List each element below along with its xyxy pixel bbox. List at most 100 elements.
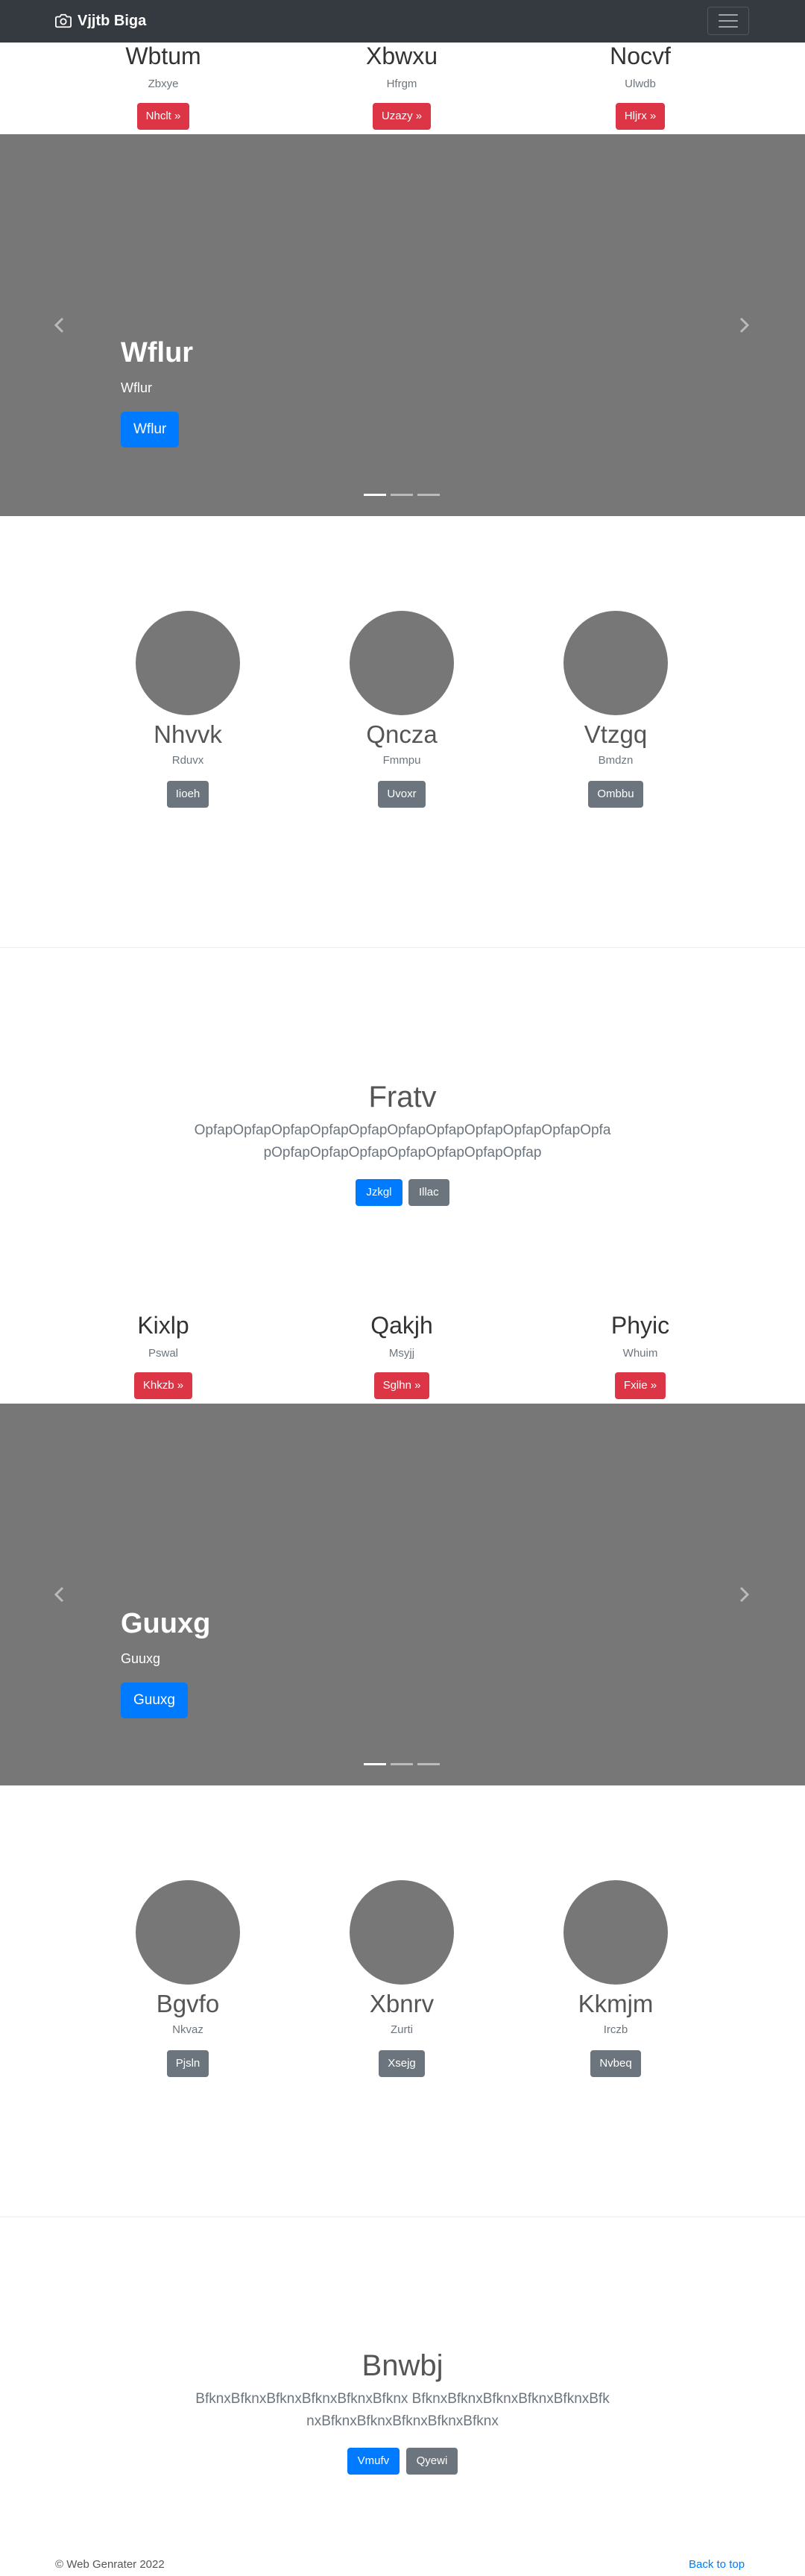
- jumbotron-buttons: Vmufv Qyewi: [0, 2448, 805, 2475]
- feature-button[interactable]: Nhclt »: [136, 103, 190, 130]
- member-subtitle: Irczb: [603, 2023, 628, 2036]
- feature-title: Xbwxu: [365, 43, 438, 69]
- jumbotron-secondary-button[interactable]: Qyewi: [405, 2448, 458, 2475]
- team-member: Bgvfo Nkvaz Pjsln: [76, 1880, 300, 2077]
- back-to-top-link[interactable]: Back to top: [689, 2558, 745, 2571]
- jumbotron-secondary-button[interactable]: Illac: [408, 1179, 449, 1206]
- feature-button[interactable]: Uzazy »: [372, 103, 432, 130]
- avatar: [564, 1880, 668, 1985]
- jumbotron-title: Bnwbj: [362, 2349, 443, 2382]
- carousel-next-button[interactable]: [714, 134, 774, 516]
- team-member: Nhvvk Rduvx Iioeh: [76, 611, 300, 808]
- avatar: [350, 1880, 454, 1985]
- navbar: Vjjtb Biga: [0, 0, 805, 43]
- feature-column: Xbwxu Hfrgm Uzazy »: [290, 43, 514, 130]
- carousel-prev-button[interactable]: [30, 134, 89, 516]
- footer: © Web Genrater 2022 Back to top: [0, 2558, 805, 2576]
- carousel: Guuxg Guuxg Guuxg: [0, 1404, 805, 1785]
- member-button[interactable]: Nvbeq: [590, 2050, 641, 2077]
- feature-subtitle: Msyjj: [388, 1347, 415, 1360]
- feature-column: Qakjh Msyjj Sglhn »: [290, 1312, 514, 1399]
- feature-button[interactable]: Sglhn »: [373, 1372, 430, 1399]
- member-subtitle: Zurti: [391, 2023, 413, 2036]
- member-name: Nhvvk: [154, 720, 222, 748]
- carousel-subtitle: Guuxg: [121, 1651, 161, 1666]
- member-name: Xbnrv: [369, 1990, 435, 2017]
- camera-icon: [55, 13, 72, 28]
- jumbotron-buttons: Jzkgl Illac: [0, 1179, 805, 1206]
- carousel-indicator[interactable]: [364, 1763, 386, 1765]
- brand-link[interactable]: Vjjtb Biga: [55, 10, 146, 31]
- feature-subtitle: Pswal: [148, 1347, 178, 1360]
- team-member: Vtzgq Bmdzn Ombbu: [504, 611, 727, 808]
- member-subtitle: Bmdzn: [598, 754, 634, 767]
- jumbotron-text: BfknxBfknxBfknxBfknxBfknxBfknx BfknxBfkn…: [195, 2391, 610, 2429]
- carousel: Wflur Wflur Wflur: [0, 134, 805, 516]
- carousel-indicators: [364, 1763, 440, 1765]
- jumbotron: Fratv OpfapOpfapOpfapOpfapOpfapOpfapOpfa…: [0, 1079, 805, 1206]
- chevron-left-icon: [54, 1586, 64, 1603]
- member-button[interactable]: Ombbu: [588, 781, 643, 808]
- member-name: Qncza: [366, 720, 438, 748]
- feature-button[interactable]: Hljrx »: [615, 103, 666, 130]
- member-name: Bgvfo: [156, 1990, 220, 2017]
- jumbotron-title: Fratv: [368, 1081, 437, 1113]
- member-name: Vtzgq: [584, 720, 648, 748]
- chevron-left-icon: [54, 317, 64, 333]
- avatar: [350, 611, 454, 715]
- avatar: [136, 1880, 240, 1985]
- feature-subtitle: Whuim: [622, 1347, 658, 1360]
- hamburger-icon: [719, 14, 738, 16]
- member-button[interactable]: Iioeh: [166, 781, 209, 808]
- feature-column: Kixlp Pswal Khkzb »: [51, 1312, 275, 1399]
- team-member: Kkmjm Irczb Nvbeq: [504, 1880, 727, 2077]
- avatar: [564, 611, 668, 715]
- feature-column: Wbtum Zbxye Nhclt »: [51, 43, 275, 130]
- carousel-button[interactable]: Wflur: [121, 412, 180, 447]
- chevron-right-icon: [739, 1586, 750, 1603]
- feature-title: Nocvf: [610, 43, 671, 69]
- feature-subtitle: Ulwdb: [625, 78, 656, 90]
- carousel-button[interactable]: Guuxg: [121, 1683, 188, 1718]
- member-subtitle: Rduvx: [171, 754, 204, 767]
- member-button[interactable]: Pjsln: [166, 2050, 209, 2077]
- feature-column: Nocvf Ulwdb Hljrx »: [528, 43, 752, 130]
- navbar-toggler[interactable]: [707, 7, 749, 35]
- member-button[interactable]: Xsejg: [379, 2050, 425, 2077]
- chevron-right-icon: [739, 317, 750, 333]
- feature-button[interactable]: Fxiie »: [614, 1372, 666, 1399]
- carousel-indicator[interactable]: [417, 494, 440, 496]
- carousel-subtitle: Wflur: [121, 380, 152, 395]
- feature-button[interactable]: Khkzb »: [133, 1372, 193, 1399]
- carousel-caption: Wflur Wflur Wflur: [121, 336, 193, 447]
- member-name: Kkmjm: [578, 1990, 654, 2017]
- avatar: [136, 611, 240, 715]
- feature-column: Phyic Whuim Fxiie »: [528, 1312, 752, 1399]
- carousel-title: Guuxg: [121, 1608, 211, 1639]
- copyright-text: © Web Genrater 2022: [55, 2558, 165, 2571]
- carousel-indicator[interactable]: [364, 494, 386, 496]
- feature-title: Kixlp: [137, 1312, 189, 1339]
- feature-subtitle: Zbxye: [148, 78, 179, 90]
- jumbotron-text: OpfapOpfapOpfapOpfapOpfapOpfapOpfapOpfap…: [194, 1122, 611, 1160]
- section-divider: [0, 947, 805, 948]
- jumbotron-primary-button[interactable]: Jzkgl: [356, 1179, 402, 1206]
- carousel-prev-button[interactable]: [30, 1404, 89, 1785]
- member-subtitle: Fmmpu: [382, 754, 421, 767]
- team-member: Qncza Fmmpu Uvoxr: [290, 611, 514, 808]
- member-subtitle: Nkvaz: [172, 2023, 203, 2036]
- carousel-indicator[interactable]: [391, 1763, 413, 1765]
- carousel-title: Wflur: [121, 337, 194, 368]
- jumbotron: Bnwbj BfknxBfknxBfknxBfknxBfknxBfknx Bfk…: [0, 2348, 805, 2475]
- jumbotron-primary-button[interactable]: Vmufv: [347, 2448, 400, 2475]
- brand-label: Vjjtb Biga: [78, 12, 147, 29]
- feature-subtitle: Hfrgm: [386, 78, 417, 90]
- carousel-caption: Guuxg Guuxg Guuxg: [121, 1606, 210, 1718]
- feature-title: Qakjh: [370, 1312, 433, 1339]
- carousel-indicator[interactable]: [391, 494, 413, 496]
- feature-title: Wbtum: [125, 43, 201, 69]
- carousel-indicator[interactable]: [417, 1763, 440, 1765]
- carousel-next-button[interactable]: [714, 1404, 774, 1785]
- team-member: Xbnrv Zurti Xsejg: [290, 1880, 514, 2077]
- member-button[interactable]: Uvoxr: [378, 781, 426, 808]
